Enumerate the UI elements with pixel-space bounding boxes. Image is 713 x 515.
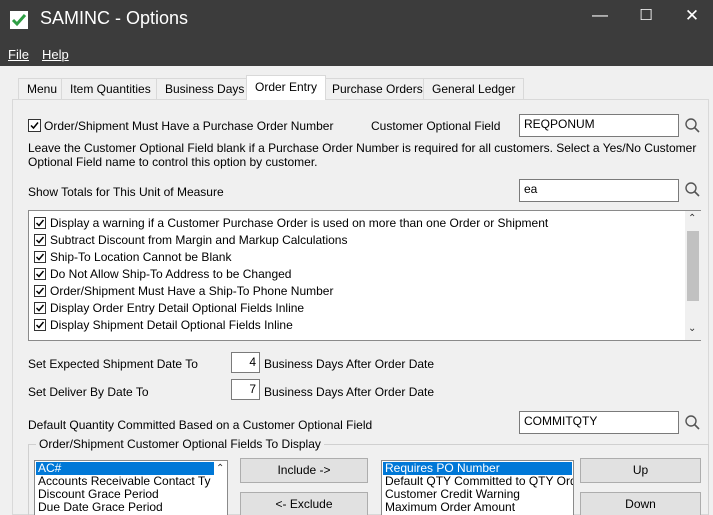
exclude-button-label: <- Exclude: [275, 497, 333, 511]
exclude-button[interactable]: <- Exclude: [240, 492, 368, 515]
default-qty-input[interactable]: COMMITQTY: [519, 411, 679, 434]
tab-purchase-orders[interactable]: Purchase Orders: [323, 78, 432, 99]
expected-ship-suffix: Business Days After Order Date: [264, 357, 435, 371]
up-button[interactable]: Up: [580, 458, 701, 483]
available-field-item[interactable]: Due Date Grace Period: [36, 501, 214, 514]
available-fields-list[interactable]: AC# Accounts Receivable Contact Ty Discoun…: [34, 460, 228, 515]
option-label: Display a warning if a Customer Purchase…: [50, 215, 549, 230]
options-list: Display a warning if a Customer Purchase…: [28, 210, 701, 341]
option-label: Ship-To Location Cannot be Blank: [50, 249, 232, 264]
close-button[interactable]: ✕: [669, 0, 713, 32]
minimize-button[interactable]: —: [577, 0, 623, 32]
default-qty-label: Default Quantity Committed Based on a Cu…: [28, 418, 373, 432]
selected-fields-list[interactable]: Requires PO Number Default QTY Committed …: [381, 460, 574, 515]
tab-business-days[interactable]: Business Days: [156, 78, 254, 99]
window-title: SAMINC - Options: [40, 8, 189, 28]
scroll-down-icon[interactable]: ⌄: [688, 323, 696, 334]
scroll-thumb[interactable]: [687, 231, 699, 301]
optional-fields-group-label: Order/Shipment Customer Optional Fields …: [36, 437, 324, 451]
option-checkbox[interactable]: [34, 233, 46, 246]
po-required-checkbox[interactable]: [28, 119, 41, 132]
option-checkbox[interactable]: [34, 318, 46, 331]
expected-ship-days-input[interactable]: 4: [231, 352, 260, 373]
down-button[interactable]: Down: [580, 492, 701, 515]
option-row[interactable]: Order/Shipment Must Have a Ship-To Phone…: [31, 282, 681, 299]
app-icon: [10, 11, 28, 29]
option-row[interactable]: Do Not Allow Ship-To Address to be Chang…: [31, 265, 681, 282]
customer-optional-field-input[interactable]: REQPONUM: [519, 114, 679, 137]
maximize-button[interactable]: ☐: [623, 0, 669, 32]
option-label: Display Order Entry Detail Optional Fiel…: [50, 300, 305, 315]
deliver-by-label: Set Deliver By Date To: [28, 385, 149, 399]
tab-order-entry[interactable]: Order Entry: [246, 75, 327, 100]
menu-file[interactable]: File: [8, 47, 29, 62]
deliver-by-days-input[interactable]: 7: [231, 379, 260, 400]
option-label: Display Shipment Detail Optional Fields …: [50, 317, 293, 332]
search-icon[interactable]: [684, 181, 702, 199]
search-icon[interactable]: [684, 414, 702, 432]
tab-menu[interactable]: Menu: [18, 78, 67, 99]
tab-item-quantities[interactable]: Item Quantities: [61, 78, 160, 99]
selected-field-item[interactable]: Maximum Order Amount: [383, 501, 572, 514]
menu-help[interactable]: Help: [42, 47, 69, 62]
expected-ship-label: Set Expected Shipment Date To: [28, 357, 198, 371]
include-button[interactable]: Include ->: [240, 458, 368, 483]
option-checkbox[interactable]: [34, 267, 46, 280]
options-scrollbar[interactable]: ⌃ ⌄: [685, 211, 701, 340]
help-text: Leave the Customer Optional Field blank …: [28, 141, 697, 169]
show-totals-label: Show Totals for This Unit of Measure: [28, 185, 224, 199]
menu-bar: [0, 40, 713, 66]
option-checkbox[interactable]: [34, 250, 46, 263]
search-icon[interactable]: [684, 117, 702, 135]
option-checkbox[interactable]: [34, 216, 46, 229]
po-required-label: Order/Shipment Must Have a Purchase Orde…: [44, 119, 334, 133]
option-label: Subtract Discount from Margin and Markup…: [50, 232, 348, 247]
tab-general-ledger[interactable]: General Ledger: [423, 78, 525, 99]
show-totals-input[interactable]: ea: [519, 179, 679, 202]
option-row[interactable]: Display a warning if a Customer Purchase…: [31, 214, 681, 231]
customer-optional-field-label: Customer Optional Field: [371, 119, 501, 133]
option-checkbox[interactable]: [34, 301, 46, 314]
option-row[interactable]: Ship-To Location Cannot be Blank: [31, 248, 681, 265]
option-checkbox[interactable]: [34, 284, 46, 297]
option-row[interactable]: Display Order Entry Detail Optional Fiel…: [31, 299, 681, 316]
option-row[interactable]: Subtract Discount from Margin and Markup…: [31, 231, 681, 248]
scroll-up-icon[interactable]: ⌃: [216, 463, 224, 474]
scroll-up-icon[interactable]: ⌃: [688, 213, 696, 224]
deliver-by-suffix: Business Days After Order Date: [264, 385, 435, 399]
option-label: Do Not Allow Ship-To Address to be Chang…: [50, 266, 292, 281]
option-row[interactable]: Display Shipment Detail Optional Fields …: [31, 316, 681, 333]
option-label: Order/Shipment Must Have a Ship-To Phone…: [50, 283, 334, 298]
